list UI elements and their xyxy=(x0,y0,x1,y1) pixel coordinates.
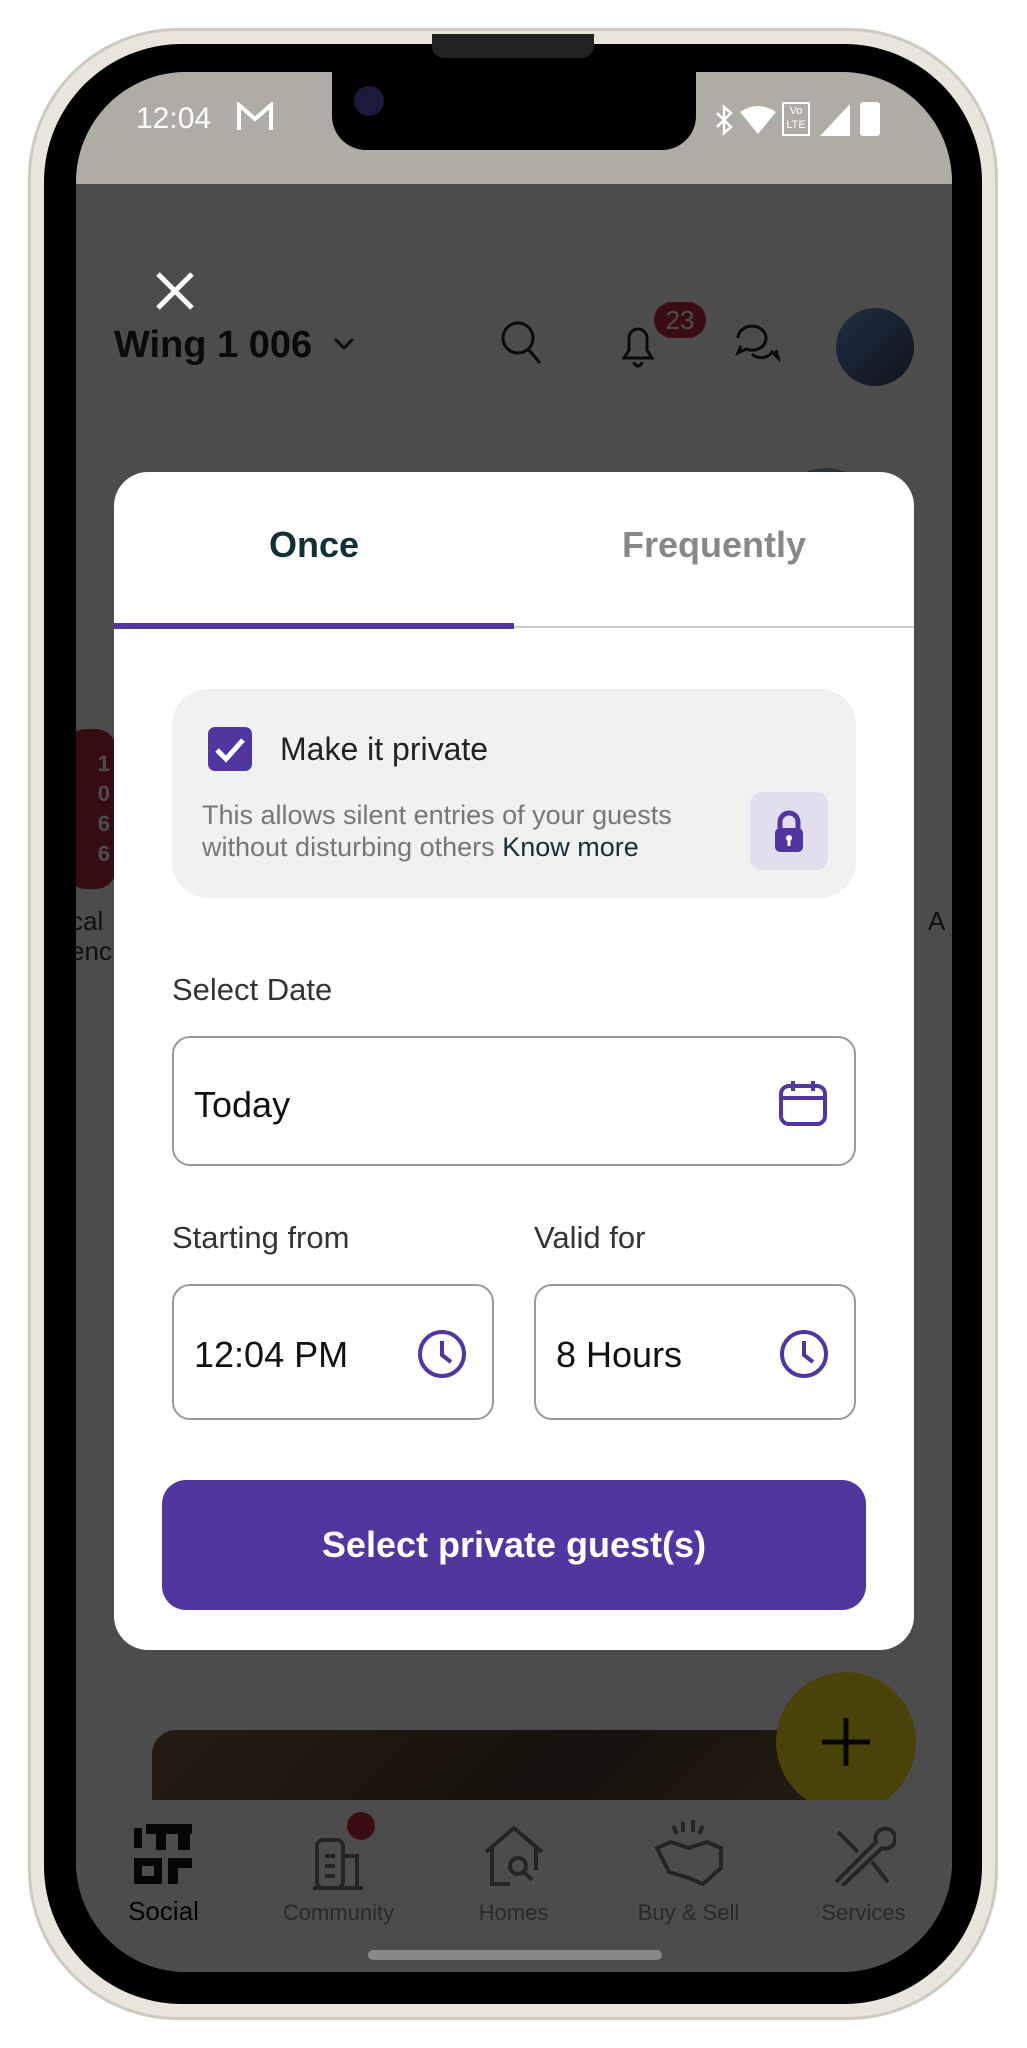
add-fab[interactable] xyxy=(776,1672,916,1812)
bottom-nav: Social Community Homes Buy & Sell Servic… xyxy=(76,1800,952,1938)
home-indicator[interactable] xyxy=(368,1950,662,1960)
plus-icon xyxy=(822,1718,870,1766)
lock-icon xyxy=(775,810,803,852)
nav-label: Community xyxy=(282,1900,395,1925)
tab-frequently[interactable]: Frequently xyxy=(514,524,914,566)
speaker-grille xyxy=(432,34,594,58)
gmail-icon xyxy=(236,100,274,137)
valid-label: Valid for xyxy=(534,1220,646,1255)
start-label: Starting from xyxy=(172,1220,350,1255)
avatar[interactable] xyxy=(836,308,914,386)
status-time: 12:04 xyxy=(136,102,212,135)
private-checkbox[interactable] xyxy=(208,727,252,771)
search-icon[interactable] xyxy=(500,320,544,373)
badge-char: 6 xyxy=(97,841,110,866)
check-icon xyxy=(215,738,245,763)
clock-icon xyxy=(780,1330,828,1378)
chat-icon[interactable] xyxy=(734,320,782,373)
chevron-down-icon[interactable] xyxy=(332,336,356,357)
side-label: cal enc xyxy=(76,906,112,966)
date-label: Select Date xyxy=(172,972,333,1007)
volte-icon: Vo LTE xyxy=(782,102,810,136)
private-description: This allows silent entries of your guest… xyxy=(202,799,722,863)
private-label[interactable]: Make it private xyxy=(280,731,488,768)
side-badge: 1 0 6 6 xyxy=(76,729,116,889)
date-field[interactable]: Today xyxy=(172,1036,856,1166)
calendar-icon xyxy=(779,1081,827,1126)
nav-social[interactable]: Social xyxy=(76,1800,251,1938)
nav-label: Buy & Sell xyxy=(637,1900,740,1925)
nav-buy-sell[interactable]: Buy & Sell xyxy=(601,1800,776,1938)
home-search-icon xyxy=(484,1825,544,1886)
badge-char: 6 xyxy=(97,811,110,836)
nav-label: Homes xyxy=(478,1900,549,1925)
valid-for-field[interactable]: 8 Hours xyxy=(534,1284,856,1420)
close-icon[interactable] xyxy=(152,268,198,314)
badge-char: 1 xyxy=(97,751,110,776)
wifi-icon xyxy=(740,106,776,141)
notification-badge: 23 xyxy=(654,302,706,338)
nav-label: Services xyxy=(821,1900,906,1925)
header-title[interactable]: Wing 1 006 xyxy=(114,324,312,367)
lock-badge xyxy=(750,792,828,870)
camera-icon xyxy=(354,86,384,116)
signal-icon xyxy=(820,104,850,141)
social-icon xyxy=(134,1824,192,1884)
notification-dot xyxy=(347,1812,375,1840)
camera-notch xyxy=(332,72,696,150)
side-label-line: cal xyxy=(76,906,104,936)
gate-pass-modal: Once Frequently Make it private This all… xyxy=(114,472,914,1650)
tab-once[interactable]: Once xyxy=(114,524,514,566)
screen: 12:04 Vo LTE Wing 1 006 23 1 0 6 6 cal enc A xyxy=(76,72,952,1972)
side-label-right: A xyxy=(928,906,946,936)
date-value: Today xyxy=(194,1084,291,1125)
badge-char: 0 xyxy=(97,781,110,806)
bell-icon[interactable] xyxy=(618,320,658,375)
battery-icon xyxy=(860,102,880,136)
clock-icon xyxy=(418,1330,466,1378)
handshake-icon xyxy=(654,1820,723,1887)
side-label-line: enc xyxy=(76,936,112,966)
nav-services[interactable]: Services xyxy=(776,1800,951,1938)
active-tab-indicator xyxy=(114,623,514,629)
private-card: Make it private This allows silent entri… xyxy=(172,689,856,898)
start-time-field[interactable]: 12:04 PM xyxy=(172,1284,494,1420)
bluetooth-icon xyxy=(714,104,734,141)
nav-homes[interactable]: Homes xyxy=(426,1800,601,1938)
know-more-link[interactable]: Know more xyxy=(502,832,639,862)
valid-for-value: 8 Hours xyxy=(556,1334,683,1375)
select-private-guests-button[interactable]: Select private guest(s) xyxy=(162,1480,866,1610)
tools-icon xyxy=(834,1826,896,1886)
nav-community[interactable]: Community xyxy=(251,1800,426,1938)
start-time-value: 12:04 PM xyxy=(194,1334,349,1375)
nav-label: Social xyxy=(128,1896,199,1926)
